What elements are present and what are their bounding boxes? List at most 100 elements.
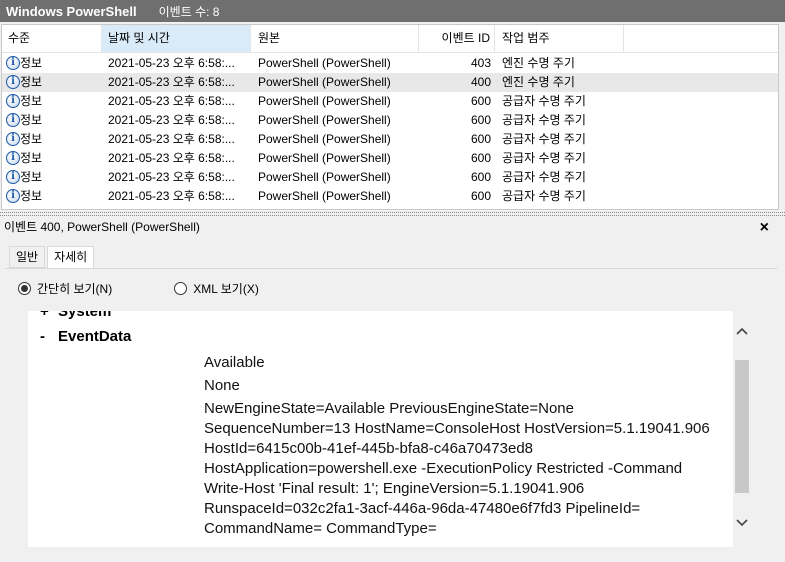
table-row[interactable]: i 정보 2021-05-23 오후 6:58:... PowerShell (Pow… — [2, 168, 778, 187]
row-level: i 정보 — [6, 130, 42, 149]
row-level-label: 정보 — [20, 151, 43, 165]
event-data-previous-state: None — [204, 377, 240, 394]
details-tabs: 일반 자세히 — [9, 246, 96, 269]
row-event-id: 600 — [470, 189, 491, 203]
column-header-datetime[interactable]: 날짜 및 시간 — [102, 25, 251, 52]
row-source: PowerShell (PowerShell) — [258, 94, 391, 108]
event-list[interactable]: 수준 날짜 및 시간 원본 이벤트 ID 작업 범주 i 정보 2021-05-23… — [1, 24, 779, 210]
info-icon: i — [6, 169, 20, 184]
row-source: PowerShell (PowerShell) — [258, 75, 391, 89]
tab-details[interactable]: 자세히 — [47, 246, 95, 269]
xml-view-radio[interactable] — [174, 282, 188, 295]
row-category: 공급자 수명 주기 — [502, 113, 586, 127]
row-level-label: 정보 — [20, 75, 43, 89]
row-category: 공급자 수명 주기 — [502, 132, 586, 146]
event-data-values: Available None NewEngineState=Available … — [204, 353, 714, 542]
row-level-label: 정보 — [20, 189, 43, 203]
row-level-label: 정보 — [20, 132, 43, 146]
row-event-id: 600 — [470, 151, 491, 165]
info-icon: i — [6, 93, 20, 108]
details-scrollbar[interactable] — [733, 311, 751, 547]
row-category: 공급자 수명 주기 — [502, 94, 586, 108]
row-level: i 정보 — [6, 54, 42, 73]
row-level-label: 정보 — [20, 56, 43, 70]
row-datetime: 2021-05-23 오후 6:58:... — [108, 170, 235, 184]
row-source: PowerShell (PowerShell) — [258, 151, 391, 165]
table-row[interactable]: i 정보 2021-05-23 오후 6:58:... PowerShell (Pow… — [2, 54, 778, 73]
table-row[interactable]: i 정보 2021-05-23 오후 6:58:... PowerShell (Pow… — [2, 149, 778, 168]
row-source: PowerShell (PowerShell) — [258, 189, 391, 203]
row-datetime: 2021-05-23 오후 6:58:... — [108, 75, 235, 89]
row-datetime: 2021-05-23 오후 6:58:... — [108, 56, 235, 70]
row-source: PowerShell (PowerShell) — [258, 56, 391, 70]
row-level: i 정보 — [6, 73, 42, 92]
row-level: i 정보 — [6, 92, 42, 111]
xml-view-label[interactable]: XML 보기(X) — [193, 280, 259, 297]
row-datetime: 2021-05-23 오후 6:58:... — [108, 151, 235, 165]
friendly-view-radio[interactable] — [18, 282, 31, 295]
row-datetime: 2021-05-23 오후 6:58:... — [108, 94, 235, 108]
row-event-id: 600 — [470, 94, 491, 108]
collapse-icon[interactable]: - — [40, 328, 58, 345]
row-event-id: 600 — [470, 132, 491, 146]
row-level: i 정보 — [6, 149, 42, 168]
tab-general[interactable]: 일반 — [9, 246, 46, 268]
column-header-level[interactable]: 수준 — [2, 25, 102, 52]
row-level-label: 정보 — [20, 94, 43, 108]
event-detail-content: + System - EventData Available None NewEng… — [28, 311, 733, 547]
row-source: PowerShell (PowerShell) — [258, 113, 391, 127]
pane-splitter[interactable] — [0, 212, 785, 216]
row-category: 엔진 수명 주기 — [502, 75, 575, 89]
info-icon: i — [6, 150, 20, 165]
event-list-header: 수준 날짜 및 시간 원본 이벤트 ID 작업 범주 — [2, 25, 778, 53]
event-data-details: NewEngineState=Available PreviousEngineS… — [204, 400, 710, 537]
info-icon: i — [6, 55, 20, 70]
row-datetime: 2021-05-23 오후 6:58:... — [108, 132, 235, 146]
info-icon: i — [6, 188, 20, 203]
chevron-up-icon[interactable] — [733, 321, 751, 341]
table-row[interactable]: i 정보 2021-05-23 오후 6:58:... PowerShell (Pow… — [2, 187, 778, 206]
tree-node-system[interactable]: + System — [40, 311, 111, 320]
friendly-view-label[interactable]: 간단히 보기(N) — [37, 280, 112, 297]
details-title: 이벤트 400, PowerShell (PowerShell) — [0, 218, 785, 237]
log-title-bar: Windows PowerShell 이벤트 수: 8 — [0, 0, 785, 22]
event-data-new-state: Available — [204, 354, 265, 371]
row-event-id: 600 — [470, 113, 491, 127]
scrollbar-thumb[interactable] — [735, 360, 749, 493]
table-row[interactable]: i 정보 2021-05-23 오후 6:58:... PowerShell (Pow… — [2, 130, 778, 149]
row-level: i 정보 — [6, 187, 42, 206]
row-event-id: 403 — [470, 56, 491, 70]
row-source: PowerShell (PowerShell) — [258, 132, 391, 146]
row-category: 공급자 수명 주기 — [502, 170, 586, 184]
row-category: 공급자 수명 주기 — [502, 151, 586, 165]
row-category: 공급자 수명 주기 — [502, 189, 586, 203]
close-icon[interactable]: × — [760, 218, 769, 237]
table-row[interactable]: i 정보 2021-05-23 오후 6:58:... PowerShell (Pow… — [2, 92, 778, 111]
event-rows: i 정보 2021-05-23 오후 6:58:... PowerShell (Pow… — [2, 53, 778, 206]
tree-node-eventdata-label: EventData — [58, 328, 132, 345]
table-row[interactable]: i 정보 2021-05-23 오후 6:58:... PowerShell (Pow… — [2, 111, 778, 130]
event-count: 이벤트 수: 8 — [158, 4, 220, 19]
info-icon: i — [6, 112, 20, 127]
column-header-category[interactable]: 작업 범주 — [495, 25, 624, 52]
row-level-label: 정보 — [20, 113, 43, 127]
row-level: i 정보 — [6, 111, 42, 130]
view-mode-group: 간단히 보기(N) XML 보기(X) — [18, 280, 259, 297]
row-datetime: 2021-05-23 오후 6:58:... — [108, 113, 235, 127]
expand-icon[interactable]: + — [40, 311, 58, 320]
row-event-id: 400 — [470, 75, 491, 89]
tree-node-eventdata[interactable]: - EventData — [40, 328, 131, 345]
chevron-down-icon[interactable] — [733, 513, 751, 533]
column-header-source[interactable]: 원본 — [251, 25, 419, 52]
row-level: i 정보 — [6, 168, 42, 187]
row-event-id: 600 — [470, 170, 491, 184]
column-header-event-id[interactable]: 이벤트 ID — [419, 25, 495, 52]
table-row[interactable]: i 정보 2021-05-23 오후 6:58:... PowerShell (Pow… — [2, 73, 778, 92]
row-source: PowerShell (PowerShell) — [258, 170, 391, 184]
tree-node-system-label: System — [58, 311, 112, 320]
log-title: Windows PowerShell — [6, 3, 137, 19]
info-icon: i — [6, 131, 20, 146]
row-level-label: 정보 — [20, 170, 43, 184]
info-icon: i — [6, 74, 20, 89]
row-category: 엔진 수명 주기 — [502, 56, 575, 70]
